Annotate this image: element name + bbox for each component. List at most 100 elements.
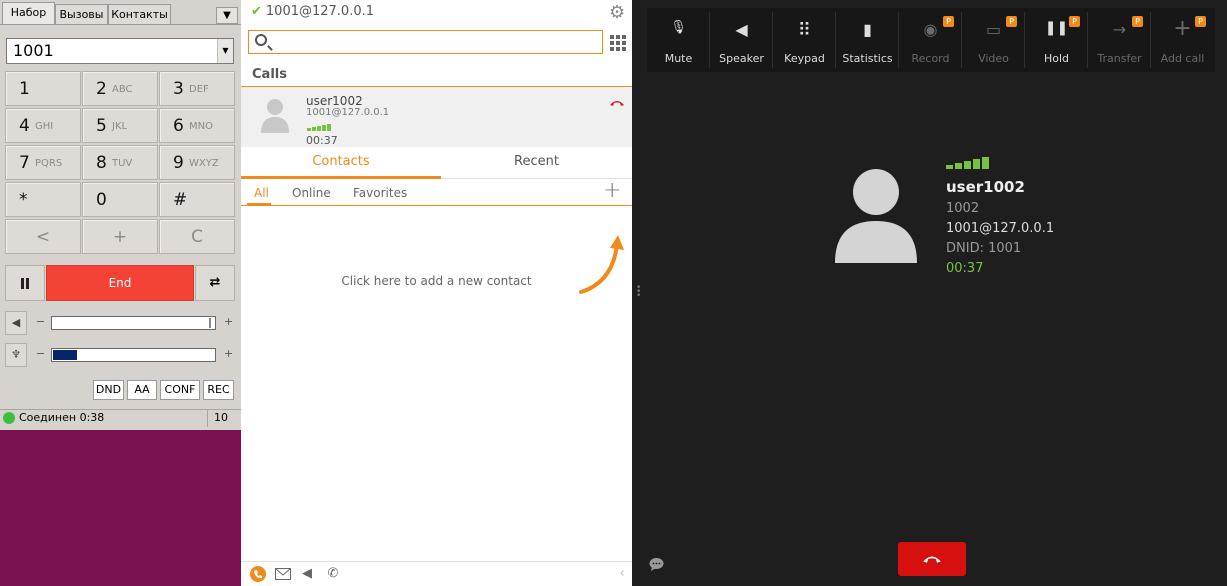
dialpad-key[interactable]: 9 WXYZ (159, 145, 235, 180)
end-call-button[interactable]: End (46, 265, 194, 301)
dialpad-key[interactable]: < (5, 219, 81, 254)
dialpad-grid-icon[interactable] (610, 35, 626, 51)
dialpad-key[interactable]: 0 (82, 182, 158, 217)
pause-icon (21, 278, 29, 289)
key-letters: DEF (189, 84, 209, 95)
dialpad-key[interactable]: 3 DEF (159, 71, 235, 106)
aa-button[interactable]: AA (127, 380, 157, 400)
dialpad-key[interactable]: 5 JKL (82, 108, 158, 143)
hangup-button[interactable] (898, 542, 966, 576)
search-icon (255, 34, 267, 46)
key-digit: 4 (19, 116, 30, 136)
account-name: 1001@127.0.0.1 (265, 4, 375, 19)
call-history-icon[interactable]: ✆ (325, 566, 341, 582)
key-letters: TUV (112, 158, 133, 169)
filter-online[interactable]: Online (292, 186, 331, 200)
premium-badge: P (943, 16, 954, 27)
tab-calls[interactable]: Вызовы (55, 4, 108, 24)
dialpad-key[interactable]: 1 (5, 71, 81, 106)
premium-badge: P (1069, 16, 1080, 27)
add-contact-hint[interactable]: Click here to add a new contact (241, 274, 632, 288)
dialpad-key[interactable]: C (159, 219, 235, 254)
hold-button[interactable] (5, 265, 45, 301)
tab-contacts[interactable]: Контакты (108, 4, 171, 24)
filter-all[interactable]: All (254, 186, 269, 200)
speaker-button[interactable]: ◀ Speaker (710, 8, 773, 72)
transfer-button[interactable]: → Transfer P (1088, 8, 1151, 72)
dialpad-key[interactable]: 8 TUV (82, 145, 158, 180)
speaker-icon[interactable]: ◀ (5, 311, 27, 335)
keypad-button[interactable]: ⠿ Keypad (773, 8, 836, 72)
video-button[interactable]: ▭ Video P (962, 8, 1025, 72)
toolbar-label: Speaker (719, 52, 764, 65)
call-account-uri: 1001@127.0.0.1 (306, 107, 390, 118)
call-duration: 00:37 (306, 134, 338, 147)
statistics-button[interactable]: ▮ Statistics (836, 8, 899, 72)
toolbar-label: Keypad (784, 52, 825, 65)
filter-favorites[interactable]: Favorites (353, 186, 407, 200)
dialpad-key[interactable]: # (159, 182, 235, 217)
mic-plus: + (224, 347, 234, 360)
dnd-button[interactable]: DND (93, 380, 124, 400)
status-count: 10 (214, 411, 228, 424)
dialpad-key[interactable]: 6 MNO (159, 108, 235, 143)
speaker-volume-fill (53, 318, 211, 328)
collapse-icon[interactable]: ‹ (614, 566, 630, 582)
number-value: 1001 (13, 41, 54, 60)
panel-resize-handle[interactable]: • • • (636, 284, 641, 301)
transfer-button[interactable]: ⇄ (195, 265, 235, 301)
avatar-icon (261, 99, 289, 133)
hold-button[interactable]: ❚❚ Hold P (1025, 8, 1088, 72)
dialpad-key[interactable]: 7 PQRS (5, 145, 81, 180)
dialpad-key[interactable]: * (5, 182, 81, 217)
record-button[interactable]: ◉ Record P (899, 8, 962, 72)
avatar-icon (835, 169, 917, 263)
key-digit: 5 (96, 116, 107, 136)
tab-dial[interactable]: Набор (2, 2, 55, 24)
hangup-icon (923, 556, 941, 563)
account-status[interactable]: ✔ 1001@127.0.0.1 (251, 4, 374, 19)
tab-recent[interactable]: Recent (441, 147, 632, 179)
tab-contacts[interactable]: Contacts (241, 147, 441, 179)
add-contact-icon[interactable]: + (603, 178, 621, 203)
zoiper-main-panel: ✔ 1001@127.0.0.1 ⚙ Calls user1002 1001@12… (241, 0, 632, 586)
mute-button[interactable]: 🎙 Mute (647, 8, 710, 72)
premium-badge: P (1195, 16, 1206, 27)
call-timer: 00:37 (946, 261, 984, 276)
status-separator (207, 410, 208, 427)
dialpad-key[interactable]: 2 ABC (82, 71, 158, 106)
add-call-button[interactable]: + Add call P (1151, 8, 1214, 72)
speaker-volume-slider[interactable] (51, 316, 216, 330)
key-letters: ABC (112, 84, 133, 95)
key-digit: + (112, 227, 128, 247)
chevron-down-icon[interactable]: ▼ (217, 39, 233, 63)
signal-strength-icon (307, 124, 331, 131)
hangup-icon[interactable] (609, 99, 625, 107)
tab-divider (0, 24, 241, 25)
volume-minus: − (36, 315, 46, 328)
mic-level-fill (53, 350, 78, 360)
conf-button[interactable]: CONF (160, 380, 200, 400)
toolbar-label: Add call (1160, 52, 1205, 65)
number-input[interactable]: 1001 ▼ (6, 38, 234, 64)
mic-minus: − (36, 347, 46, 360)
dialpad-key[interactable]: + (82, 219, 158, 254)
rec-button[interactable]: REC (203, 380, 234, 400)
dnid: DNID: 1001 (946, 241, 1022, 256)
speaker-icon: ◀ (735, 20, 748, 39)
active-call-row[interactable]: user1002 1001@127.0.0.1 00:37 (241, 87, 632, 147)
menu-dropdown-button[interactable]: ▼ (216, 7, 238, 24)
message-icon[interactable] (275, 566, 291, 582)
search-input[interactable] (248, 30, 603, 54)
dialpad-key[interactable]: 4 GHI (5, 108, 81, 143)
toolbar-label: Hold (1043, 52, 1070, 65)
microphone-icon[interactable]: ♆ (5, 343, 27, 367)
phone-icon[interactable] (250, 566, 266, 582)
speaker-icon[interactable]: ◀ (299, 566, 315, 582)
chat-icon[interactable] (649, 558, 664, 571)
key-digit: < (35, 227, 51, 247)
mic-volume-slider[interactable] (51, 348, 216, 362)
key-letters: MNO (189, 121, 213, 132)
mic-muted-icon: 🎙 (670, 20, 687, 35)
gear-icon[interactable]: ⚙ (609, 2, 625, 23)
